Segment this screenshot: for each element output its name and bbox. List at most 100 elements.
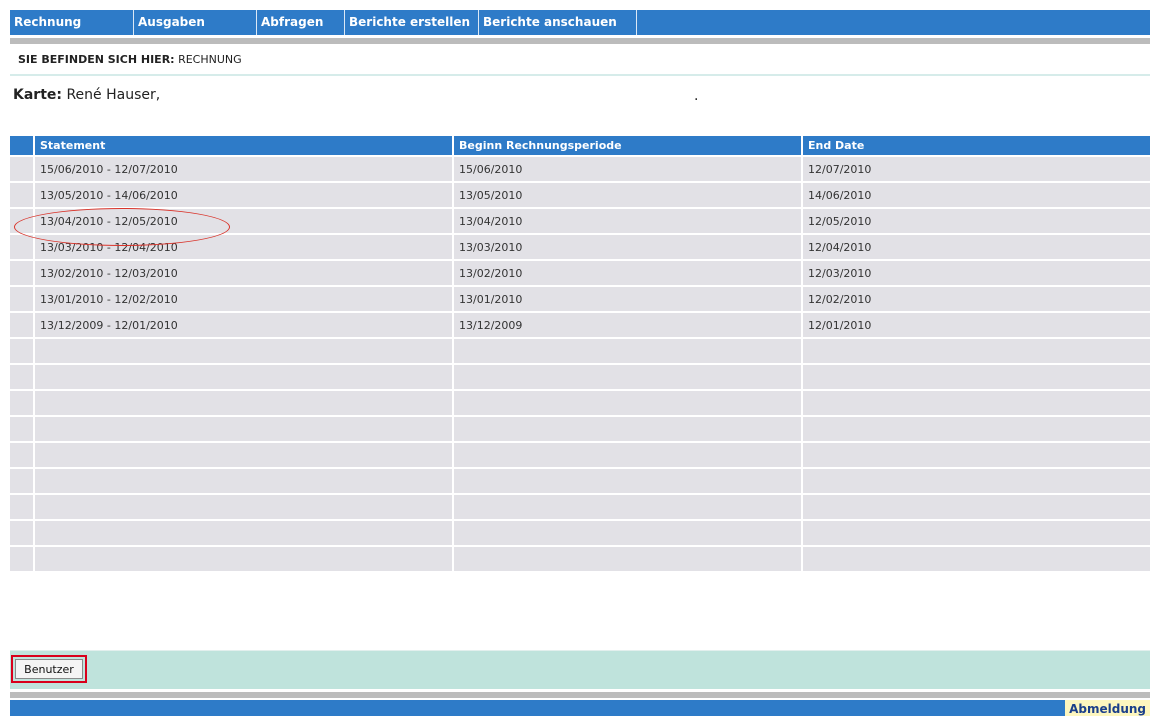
row-selector[interactable] [10,546,35,572]
period-start-cell [453,520,803,546]
table-row[interactable]: 13/05/2010 - 14/06/2010 13/05/2010 14/06/2… [10,182,1150,208]
end-date-cell [802,468,1150,494]
statement-cell[interactable]: 13/03/2010 - 12/04/2010 [34,234,454,260]
nav-divider [10,38,1150,44]
table-row[interactable]: 13/03/2010 - 12/04/2010 13/03/2010 12/04/2… [10,234,1150,260]
statement-cell [34,468,454,494]
end-date-cell: 12/02/2010 [802,286,1150,312]
row-selector[interactable] [10,520,35,546]
statement-cell[interactable]: 15/06/2010 - 12/07/2010 [34,156,454,182]
logout-link[interactable]: Abmeldung [1065,700,1150,716]
period-start-cell: 13/12/2009 [453,312,803,338]
period-start-cell [453,546,803,572]
end-date-cell: 12/07/2010 [802,156,1150,182]
statement-cell [34,338,454,364]
nav-item-berichte-erstellen[interactable]: Berichte erstellen [345,10,479,35]
row-selector[interactable] [10,468,35,494]
table-row[interactable] [10,442,1150,468]
period-start-cell [453,416,803,442]
row-selector[interactable] [10,182,35,208]
bottom-panel [10,650,1150,689]
footer-divider [10,692,1150,698]
user-button-highlight: Benutzer [11,655,87,683]
card-label: Karte: [13,87,62,103]
row-selector-header [10,136,35,156]
table-row[interactable] [10,338,1150,364]
row-selector[interactable] [10,364,35,390]
period-start-cell [453,442,803,468]
table-row[interactable]: 15/06/2010 - 12/07/2010 15/06/2010 12/07/2… [10,156,1150,182]
period-start-cell [453,364,803,390]
period-start-cell: 13/03/2010 [453,234,803,260]
table-row[interactable] [10,494,1150,520]
end-date-cell [802,520,1150,546]
period-start-cell: 13/01/2010 [453,286,803,312]
statement-cell [34,416,454,442]
table-row[interactable]: 13/04/2010 - 12/05/2010 13/04/2010 12/05/2… [10,208,1150,234]
row-selector[interactable] [10,442,35,468]
end-date-cell [802,416,1150,442]
table-row[interactable]: 13/12/2009 - 12/01/2010 13/12/2009 12/01/2… [10,312,1150,338]
row-selector[interactable] [10,312,35,338]
end-date-cell [802,494,1150,520]
period-start-cell: 15/06/2010 [453,156,803,182]
row-selector[interactable] [10,338,35,364]
statement-cell [34,494,454,520]
table-row[interactable] [10,390,1150,416]
table-row[interactable] [10,520,1150,546]
statement-cell [34,546,454,572]
card-trailing-text: . [694,88,699,104]
statement-cell[interactable]: 13/12/2009 - 12/01/2010 [34,312,454,338]
row-selector[interactable] [10,494,35,520]
row-selector[interactable] [10,416,35,442]
row-selector[interactable] [10,286,35,312]
row-selector[interactable] [10,260,35,286]
end-date-cell: 12/03/2010 [802,260,1150,286]
table-header-row: Statement Beginn Rechnungsperiode End Da… [10,136,1150,156]
row-selector[interactable] [10,234,35,260]
statement-cell[interactable]: 13/05/2010 - 14/06/2010 [34,182,454,208]
row-selector[interactable] [10,390,35,416]
end-date-cell: 12/01/2010 [802,312,1150,338]
table-row[interactable]: 13/01/2010 - 12/02/2010 13/01/2010 12/02/2… [10,286,1150,312]
nav-item-ausgaben[interactable]: Ausgaben [134,10,257,35]
period-start-cell [453,494,803,520]
end-date-cell [802,338,1150,364]
column-header-period-start[interactable]: Beginn Rechnungsperiode [453,136,803,156]
table-row[interactable] [10,546,1150,572]
table-row[interactable]: 13/02/2010 - 12/03/2010 13/02/2010 12/03/2… [10,260,1150,286]
card-info: Karte: René Hauser, [13,87,160,103]
nav-item-abfragen[interactable]: Abfragen [257,10,345,35]
end-date-cell [802,546,1150,572]
nav-item-berichte-anschauen[interactable]: Berichte anschauen [479,10,637,35]
table-row[interactable] [10,468,1150,494]
period-start-cell: 13/05/2010 [453,182,803,208]
breadcrumb-label: SIE BEFINDEN SICH HIER: [18,53,175,66]
row-selector[interactable] [10,156,35,182]
column-header-end-date[interactable]: End Date [802,136,1150,156]
end-date-cell: 12/05/2010 [802,208,1150,234]
user-button[interactable]: Benutzer [15,659,83,679]
period-start-cell [453,338,803,364]
footer-bar: Abmeldung [10,700,1150,716]
table-row[interactable] [10,364,1150,390]
statement-cell [34,390,454,416]
end-date-cell: 14/06/2010 [802,182,1150,208]
column-header-statement[interactable]: Statement [34,136,454,156]
statement-cell[interactable]: 13/02/2010 - 12/03/2010 [34,260,454,286]
top-nav: Rechnung Ausgaben Abfragen Berichte erst… [10,10,1150,35]
statement-cell[interactable]: 13/01/2010 - 12/02/2010 [34,286,454,312]
period-start-cell: 13/02/2010 [453,260,803,286]
nav-item-rechnung[interactable]: Rechnung [10,10,134,35]
statement-cell [34,442,454,468]
statement-cell[interactable]: 13/04/2010 - 12/05/2010 [34,208,454,234]
statement-table: Statement Beginn Rechnungsperiode End Da… [10,136,1150,573]
end-date-cell [802,364,1150,390]
card-holder: René Hauser, [66,87,161,103]
period-start-cell: 13/04/2010 [453,208,803,234]
table-row[interactable] [10,416,1150,442]
row-selector[interactable] [10,208,35,234]
statement-cell [34,520,454,546]
end-date-cell [802,442,1150,468]
table-body: 15/06/2010 - 12/07/2010 15/06/2010 12/07/2… [10,156,1150,572]
